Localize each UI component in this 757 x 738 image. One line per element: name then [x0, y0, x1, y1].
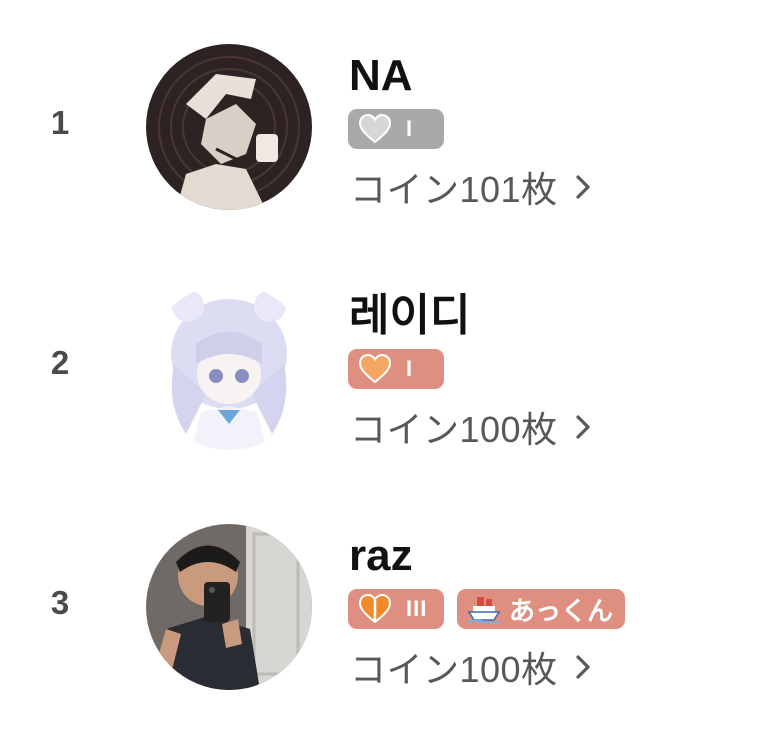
- avatar[interactable]: [146, 284, 312, 450]
- rank-number: 2: [50, 344, 70, 381]
- coin-count: コイン101枚: [350, 169, 558, 210]
- avatar[interactable]: [146, 44, 312, 210]
- ranking-list: 1 NA I コイン101枚 2 레이디 I コイン100枚 3 raz III…: [0, 0, 757, 738]
- badge-group: I: [348, 349, 444, 389]
- heart-orange-icon: [358, 354, 392, 384]
- heart-gray-icon: [358, 114, 392, 144]
- heart-split-icon: [358, 594, 392, 624]
- level-text: III: [406, 596, 428, 621]
- level-text: I: [406, 356, 414, 381]
- club-name: あっくん: [509, 595, 614, 626]
- rank-number: 1: [50, 104, 70, 141]
- level-badge: I: [348, 109, 444, 149]
- avatar[interactable]: [146, 524, 312, 690]
- coin-count-link[interactable]: コイン100枚: [350, 642, 590, 692]
- coin-count: コイン100枚: [350, 649, 558, 690]
- level-badge: III: [348, 589, 444, 629]
- ship-icon: [467, 594, 501, 624]
- user-name: raz: [349, 531, 413, 580]
- user-name: 레이디: [349, 291, 471, 340]
- user-name: NA: [349, 51, 413, 100]
- ranking-row[interactable]: 1 NA I コイン101枚: [0, 38, 757, 218]
- coin-count-link[interactable]: コイン100枚: [350, 402, 590, 452]
- level-text: I: [406, 116, 414, 141]
- ranking-row[interactable]: 3 raz III あっくん コイン100枚: [0, 518, 757, 698]
- chevron-right-icon: [575, 655, 590, 679]
- chevron-right-icon: [575, 175, 590, 199]
- badge-group: III あっくん: [348, 589, 626, 629]
- club-badge: あっくん: [457, 589, 626, 629]
- ranking-row[interactable]: 2 레이디 I コイン100枚: [0, 278, 757, 458]
- coin-count-link[interactable]: コイン101枚: [350, 162, 590, 212]
- badge-group: I: [348, 109, 444, 149]
- level-badge: I: [348, 349, 444, 389]
- chevron-right-icon: [575, 415, 590, 439]
- coin-count: コイン100枚: [350, 409, 558, 450]
- rank-number: 3: [50, 584, 70, 621]
